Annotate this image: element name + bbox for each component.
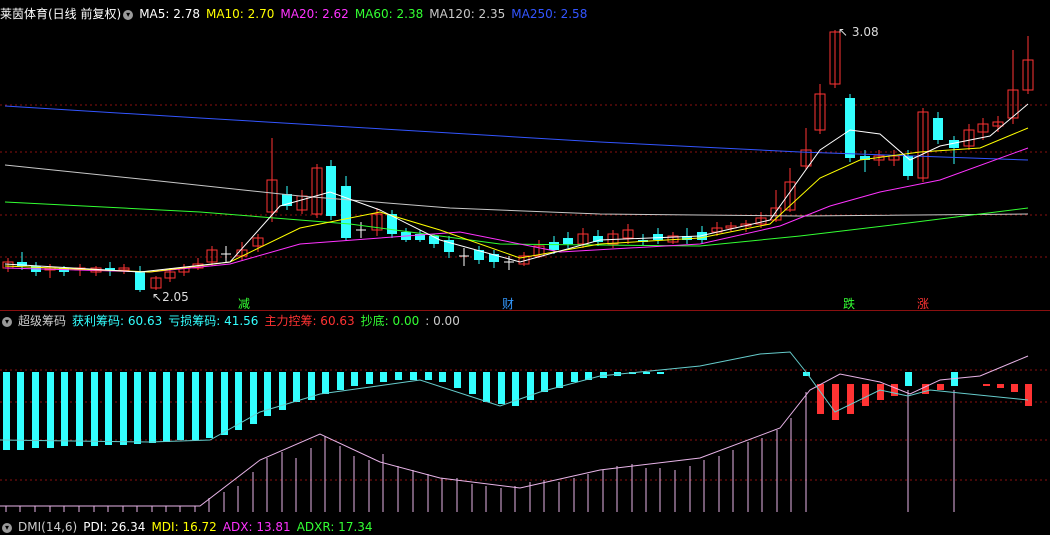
candle-body — [933, 118, 943, 140]
candle-body — [845, 98, 855, 158]
chip-bar-cyan — [32, 372, 39, 448]
chip-bar-cyan — [163, 372, 170, 442]
chip-bar-cyan — [192, 372, 199, 440]
ma120-line — [5, 165, 1028, 216]
chip-bar-cyan — [206, 372, 213, 438]
dmi-header: ▾ DMI(14,6) PDI: 26.34 MDI: 16.72 ADX: 13.81… — [0, 519, 385, 535]
ma10-line — [5, 128, 1028, 272]
chip-bar-cyan — [425, 372, 432, 380]
dmi-value-1: PDI: 26.34 — [83, 520, 145, 534]
chip-bar-cyan — [439, 372, 446, 382]
candle-body — [549, 242, 559, 250]
chip-bar-cyan — [91, 372, 98, 446]
chip-bar-cyan — [337, 372, 344, 390]
chip-bar-cyan — [556, 372, 563, 388]
chip-bar-red — [997, 384, 1004, 388]
ma60-line — [5, 202, 1028, 246]
chip-bar-cyan — [47, 372, 54, 448]
chip-bar-red — [832, 384, 839, 420]
dmi-value-0: DMI(14,6) — [18, 520, 77, 534]
chip-bar-cyan — [541, 372, 548, 392]
chip-bar-cyan — [76, 372, 83, 446]
chip-bar-red — [1011, 384, 1018, 392]
price-chart[interactable] — [0, 0, 1050, 308]
indicator-title: 超级筹码 — [18, 314, 66, 328]
candle-body — [135, 272, 145, 290]
indicator-value-0: 获利筹码: 60.63 — [72, 314, 162, 328]
chip-bar-cyan — [380, 372, 387, 382]
candle-body — [326, 166, 336, 216]
chip-bar-cyan — [149, 372, 156, 443]
chip-bar-red — [847, 384, 854, 414]
chip-bar-red — [983, 384, 990, 386]
indicator-value-2: 主力控筹: 60.63 — [264, 314, 354, 328]
panel-divider — [0, 310, 1050, 311]
dmi-value-2: MDI: 16.72 — [151, 520, 216, 534]
high-price-label: ↖ 3.08 — [838, 24, 885, 40]
chip-bar-cyan — [410, 372, 417, 380]
indicator-value-1: 亏损筹码: 41.56 — [168, 314, 258, 328]
chip-bar-cyan — [3, 372, 10, 450]
chip-bar-cyan — [905, 372, 912, 386]
chip-bar-red — [862, 384, 869, 406]
chip-bar-cyan — [483, 372, 490, 402]
chip-bar-red — [877, 384, 884, 400]
ma5-line — [5, 104, 1028, 272]
chip-bar-cyan — [293, 372, 300, 402]
chip-bar-cyan — [395, 372, 402, 380]
chip-bar-cyan — [643, 372, 650, 374]
chip-bar-cyan — [498, 372, 505, 404]
chip-bar-cyan — [17, 372, 24, 450]
indicator-header: ▾ 超级筹码获利筹码: 60.63 亏损筹码: 41.56 主力控筹: 60.63 抄底… — [0, 313, 472, 329]
chevron-down-icon[interactable]: ▾ — [2, 317, 12, 327]
chip-indicator-chart[interactable] — [0, 330, 1050, 520]
chip-bar-cyan — [657, 372, 664, 374]
candle-body — [341, 186, 351, 238]
chip-bar-red — [891, 384, 898, 396]
chip-bar-cyan — [134, 372, 141, 444]
candle-body — [653, 234, 663, 240]
chip-bar-cyan — [177, 372, 184, 440]
low-price-label: ↖2.05 — [152, 289, 195, 305]
chip-bar-cyan — [469, 372, 476, 394]
dmi-value-4: ADXR: 17.34 — [297, 520, 373, 534]
chip-bar-cyan — [120, 372, 127, 445]
chip-bar-cyan — [61, 372, 68, 446]
dmi-legend: DMI(14,6) PDI: 26.34 MDI: 16.72 ADX: 13.81 A… — [18, 520, 379, 534]
chip-bar-cyan — [221, 372, 228, 435]
chip-bar-cyan — [454, 372, 461, 388]
dmi-value-3: ADX: 13.81 — [223, 520, 291, 534]
candle-body — [563, 238, 573, 244]
chip-bar-red — [1025, 384, 1032, 406]
chip-bar-cyan — [105, 372, 112, 445]
chip-bar-red — [937, 384, 944, 390]
chip-bar-cyan — [571, 372, 578, 382]
chip-bar-cyan — [235, 372, 242, 430]
chip-bar-cyan — [351, 372, 358, 386]
chip-bar-cyan — [322, 372, 329, 394]
indicator-value-3: 抄底: 0.00 — [361, 314, 420, 328]
chip-bar-cyan — [366, 372, 373, 384]
indicator-value-4: : 0.00 — [425, 314, 460, 328]
indicator-legend: 获利筹码: 60.63 亏损筹码: 41.56 主力控筹: 60.63 抄底: 0.0… — [72, 314, 466, 328]
chevron-down-icon[interactable]: ▾ — [2, 523, 12, 533]
